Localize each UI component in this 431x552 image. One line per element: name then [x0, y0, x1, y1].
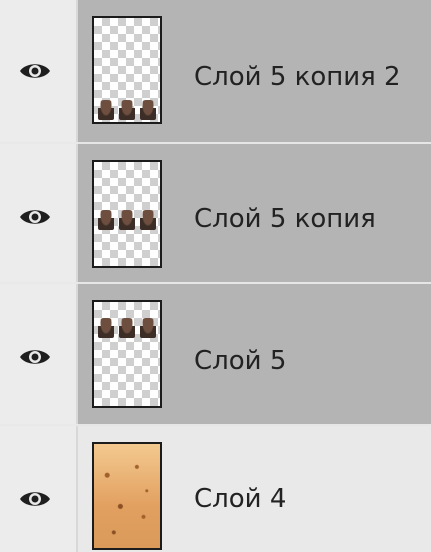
layer-row-body[interactable]: Слой 4: [78, 426, 431, 552]
layer-row-slot-5-copy[interactable]: Слой 5 копия: [0, 144, 431, 282]
layer-row-slot-5[interactable]: Слой 5: [0, 284, 431, 424]
layer-row-body[interactable]: Слой 5: [78, 284, 431, 424]
layer-thumbnail: [92, 160, 162, 268]
layer-name: Слой 5 копия: [194, 204, 376, 234]
layer-thumbnail: [92, 16, 162, 124]
figures-thumbnail-content: [98, 98, 156, 120]
layer-thumbnail: [92, 300, 162, 408]
layer-row-body[interactable]: Слой 5 копия 2: [78, 0, 431, 142]
layer-row-slot-4[interactable]: Слой 4: [0, 426, 431, 552]
visibility-toggle[interactable]: [0, 284, 78, 424]
layer-name: Слой 5 копия 2: [194, 62, 401, 92]
eye-icon[interactable]: [18, 346, 52, 368]
visibility-toggle[interactable]: [0, 0, 78, 142]
eye-icon[interactable]: [18, 206, 52, 228]
visibility-toggle[interactable]: [0, 144, 78, 282]
figures-thumbnail-content: [98, 208, 156, 230]
layers-panel: Слой 5 копия 2 Слой 5 копия Слой 5 Слой …: [0, 0, 431, 552]
figures-thumbnail-content: [98, 316, 156, 338]
layer-name: Слой 5: [194, 346, 287, 376]
layer-row-slot-5-copy-2[interactable]: Слой 5 копия 2: [0, 0, 431, 142]
visibility-toggle[interactable]: [0, 426, 78, 552]
layer-name: Слой 4: [194, 484, 287, 514]
layer-row-body[interactable]: Слой 5 копия: [78, 144, 431, 282]
eye-icon[interactable]: [18, 488, 52, 510]
layer-thumbnail: [92, 442, 162, 550]
eye-icon[interactable]: [18, 60, 52, 82]
